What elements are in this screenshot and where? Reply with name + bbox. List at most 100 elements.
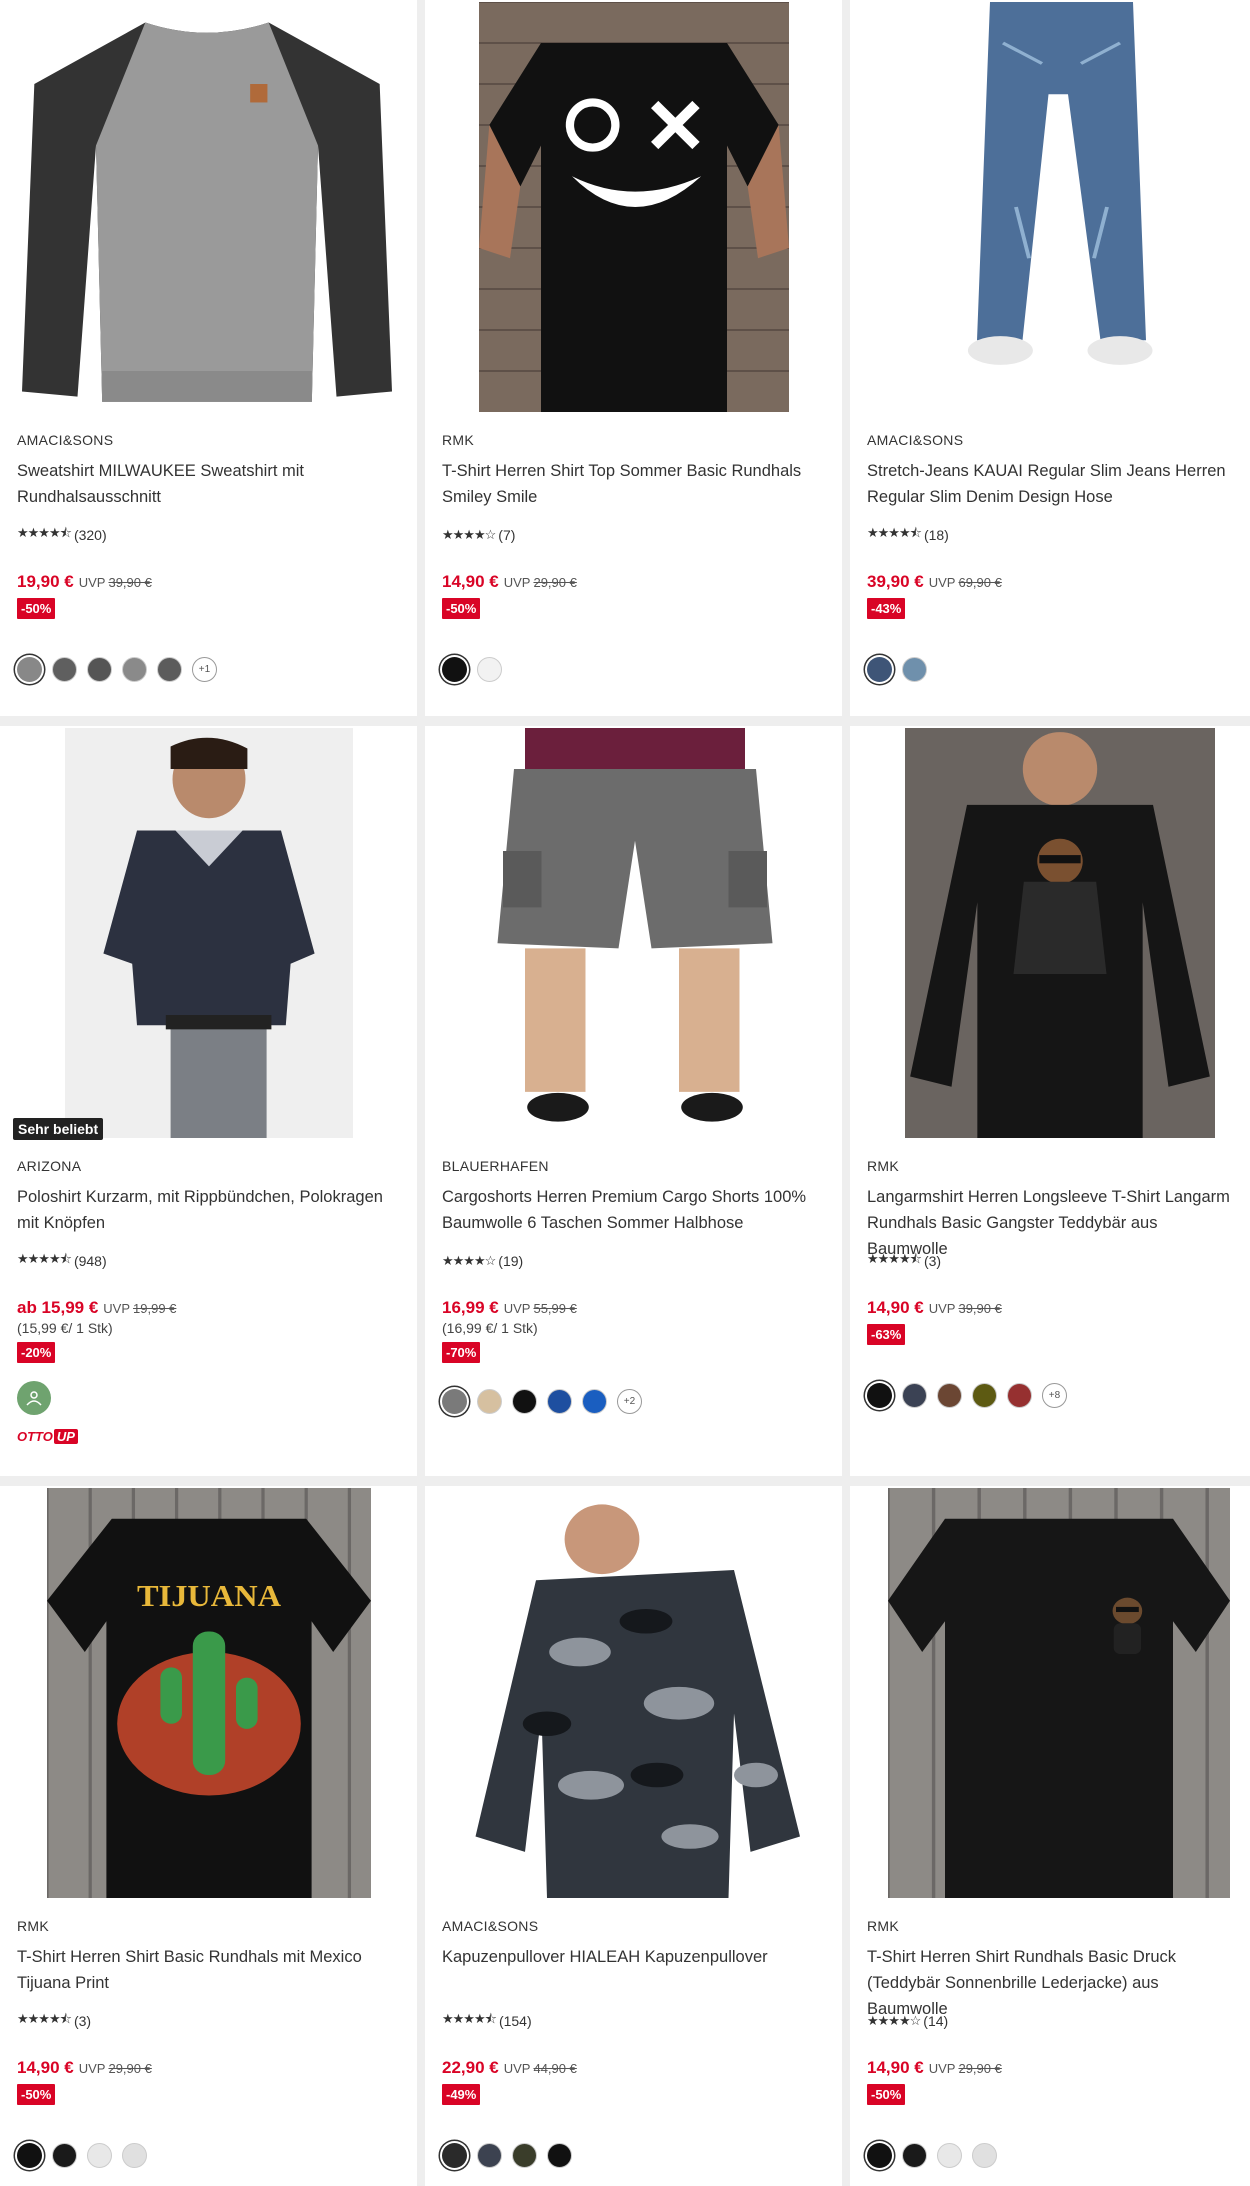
uvp-price: 69,90 € xyxy=(958,575,1002,590)
product-info: AMACI&SONS Sweatshirt MILWAUKEE Sweatshir… xyxy=(17,432,407,682)
color-swatch[interactable] xyxy=(867,2143,892,2168)
product-image-area[interactable] xyxy=(850,726,1250,1144)
product-info: RMK T-Shirt Herren Shirt Top Sommer Basic… xyxy=(442,432,832,682)
product-image[interactable] xyxy=(860,2,1250,412)
color-swatch[interactable] xyxy=(972,1383,997,1408)
color-swatch[interactable] xyxy=(867,657,892,682)
color-swatches xyxy=(867,2143,1240,2168)
product-image-area[interactable] xyxy=(0,0,417,418)
color-swatch[interactable] xyxy=(122,657,147,682)
product-title[interactable]: Kapuzenpullover HIALEAH Kapuzenpullover xyxy=(442,1944,832,1996)
color-swatch[interactable] xyxy=(512,1389,537,1414)
color-swatch[interactable] xyxy=(937,2143,962,2168)
rating-stars: ★★★★☆ xyxy=(442,527,496,542)
color-swatch[interactable] xyxy=(547,2143,572,2168)
product-title[interactable]: Poloshirt Kurzarm, mit Rippbündchen, Pol… xyxy=(17,1184,407,1236)
price-row: 19,90 € UVP 39,90 € xyxy=(17,572,407,592)
color-swatch[interactable] xyxy=(87,657,112,682)
product-title[interactable]: T-Shirt Herren Shirt Rundhals Basic Druc… xyxy=(867,1944,1240,2018)
color-swatch[interactable] xyxy=(582,1389,607,1414)
product-card[interactable]: AMACI&SONS Stretch-Jeans KAUAI Regular Sl… xyxy=(850,0,1250,716)
product-brand: BLAUERHAFEN xyxy=(442,1158,549,1174)
discount-badge: -50% xyxy=(17,2084,56,2105)
product-title[interactable]: T-Shirt Herren Shirt Top Sommer Basic Ru… xyxy=(442,458,832,510)
price-row: 14,90 € UVP 29,90 € xyxy=(442,572,832,592)
product-image[interactable] xyxy=(470,728,800,1138)
product-title[interactable]: Cargoshorts Herren Premium Cargo Shorts … xyxy=(442,1184,832,1236)
product-title[interactable]: T-Shirt Herren Shirt Basic Rundhals mit … xyxy=(17,1944,407,1996)
uvp-label: UVP xyxy=(503,1301,531,1316)
color-swatch[interactable] xyxy=(477,1389,502,1414)
product-rating: ★★★★☆ (19) xyxy=(442,1252,832,1270)
product-title[interactable]: Sweatshirt MILWAUKEE Sweatshirt mit Rund… xyxy=(17,458,407,510)
discount-badge: -50% xyxy=(867,2084,906,2105)
color-swatch[interactable] xyxy=(87,2143,112,2168)
product-grid: AMACI&SONS Sweatshirt MILWAUKEE Sweatshir… xyxy=(0,0,1250,2186)
color-swatch[interactable] xyxy=(972,2143,997,2168)
product-card[interactable]: AMACI&SONS Kapuzenpullover HIALEAH Kapuze… xyxy=(425,1486,842,2186)
product-card[interactable]: RMK T-Shirt Herren Shirt Rundhals Basic D… xyxy=(850,1486,1250,2186)
price-row: 16,99 € UVP 55,99 € xyxy=(442,1298,832,1318)
color-swatch[interactable] xyxy=(902,2143,927,2168)
rating-stars: ★★★★⯪ xyxy=(17,2011,72,2026)
product-image[interactable] xyxy=(905,728,1215,1138)
discount-badge: -63% xyxy=(867,1324,906,1345)
color-swatch[interactable] xyxy=(442,657,467,682)
color-swatch[interactable] xyxy=(17,657,42,682)
color-swatch[interactable] xyxy=(122,2143,147,2168)
color-swatch[interactable] xyxy=(902,657,927,682)
more-colors-button[interactable]: +1 xyxy=(192,657,217,682)
product-image-area[interactable] xyxy=(425,726,842,1144)
product-card[interactable]: RMK Langarmshirt Herren Longsleeve T-Shir… xyxy=(850,726,1250,1476)
review-count: (948) xyxy=(73,1253,107,1269)
color-swatch[interactable] xyxy=(157,657,182,682)
product-image-area[interactable] xyxy=(425,1486,842,1904)
color-swatch[interactable] xyxy=(937,1383,962,1408)
product-card[interactable]: Sehr beliebt ARIZONA Poloshirt Kurzarm, mi… xyxy=(0,726,417,1476)
color-swatch[interactable] xyxy=(442,1389,467,1414)
more-colors-button[interactable]: +8 xyxy=(1042,1383,1067,1408)
popular-badge: Sehr beliebt xyxy=(13,1118,104,1140)
product-title[interactable]: Langarmshirt Herren Longsleeve T-Shirt L… xyxy=(867,1184,1240,1258)
product-image-area[interactable]: Sehr beliebt xyxy=(0,726,417,1144)
review-count: (3) xyxy=(73,2013,92,2029)
discount-badge: -70% xyxy=(442,1342,481,1363)
color-swatch[interactable] xyxy=(477,657,502,682)
more-colors-button[interactable]: +2 xyxy=(617,1389,642,1414)
color-swatch[interactable] xyxy=(902,1383,927,1408)
color-swatch[interactable] xyxy=(867,1383,892,1408)
product-image-area[interactable]: TIJUANA xyxy=(0,1486,417,1904)
product-rating: ★★★★☆ (14) xyxy=(867,2012,1240,2030)
product-card[interactable]: TIJUANA RMK T-Shirt Herren Shirt Basic Run… xyxy=(0,1486,417,2186)
color-swatch[interactable] xyxy=(1007,1383,1032,1408)
product-title[interactable]: Stretch-Jeans KAUAI Regular Slim Jeans H… xyxy=(867,458,1240,510)
product-price: 14,90 € xyxy=(442,572,499,591)
unit-price: (16,99 €/ 1 Stk) xyxy=(442,1320,538,1336)
product-card[interactable]: BLAUERHAFEN Cargoshorts Herren Premium Ca… xyxy=(425,726,842,1476)
product-price: 14,90 € xyxy=(867,1298,924,1317)
product-image-area[interactable] xyxy=(850,0,1250,418)
color-swatch[interactable] xyxy=(477,2143,502,2168)
svg-text:TIJUANA: TIJUANA xyxy=(137,1579,281,1613)
product-image[interactable] xyxy=(888,1488,1230,1898)
color-swatch[interactable] xyxy=(52,2143,77,2168)
color-swatch[interactable] xyxy=(512,2143,537,2168)
product-image[interactable]: TIJUANA xyxy=(47,1488,371,1898)
price-row: 14,90 € UVP 29,90 € xyxy=(867,2058,1240,2078)
product-image-area[interactable] xyxy=(425,0,842,418)
color-swatch[interactable] xyxy=(52,657,77,682)
product-image[interactable] xyxy=(479,2,789,412)
color-swatch[interactable] xyxy=(547,1389,572,1414)
product-image[interactable] xyxy=(65,728,353,1138)
color-swatch[interactable] xyxy=(17,2143,42,2168)
product-image[interactable] xyxy=(22,2,392,412)
product-card[interactable]: AMACI&SONS Sweatshirt MILWAUKEE Sweatshir… xyxy=(0,0,417,716)
product-image-area[interactable] xyxy=(850,1486,1250,1904)
product-price: 16,99 € xyxy=(442,1298,499,1317)
uvp-label: UVP xyxy=(78,575,106,590)
color-swatch[interactable] xyxy=(442,2143,467,2168)
product-card[interactable]: RMK T-Shirt Herren Shirt Top Sommer Basic… xyxy=(425,0,842,716)
product-image[interactable] xyxy=(470,1488,800,1898)
uvp-price: 19,99 € xyxy=(133,1301,177,1316)
discount-badge: -49% xyxy=(442,2084,481,2105)
